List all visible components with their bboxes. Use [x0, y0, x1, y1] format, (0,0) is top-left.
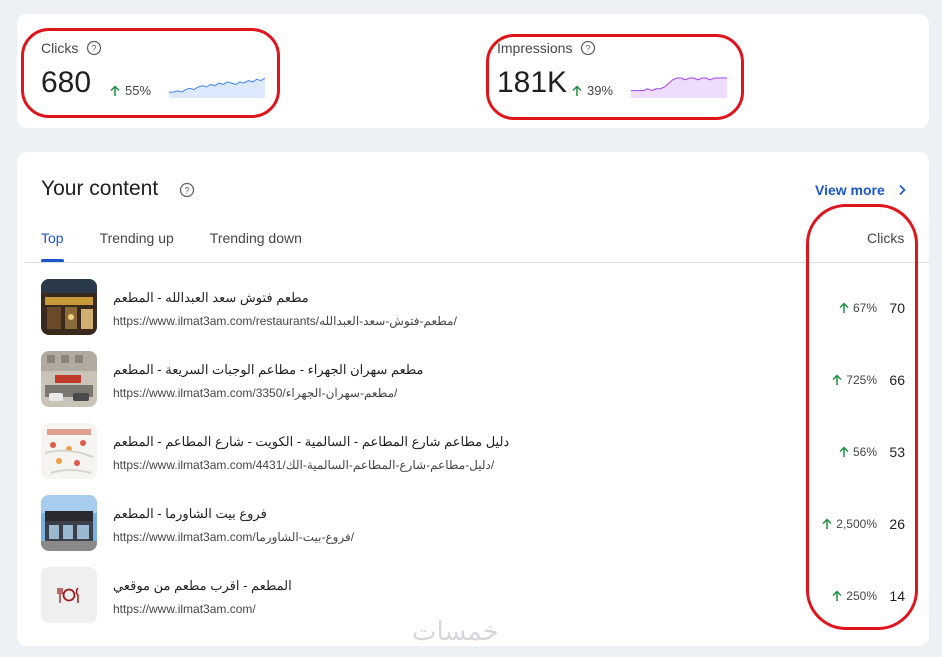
restaurant-icon [41, 567, 97, 623]
table-row[interactable]: مطعم فتوش سعد العبدالله - المطعم https:/… [17, 264, 929, 336]
metrics-card: Clicks ? 680 55% Impressions ? 181K 39% [17, 14, 929, 128]
row-title[interactable]: المطعم - اقرب مطعم من موقعي [113, 578, 292, 594]
table-row[interactable]: مطعم سهران الجهراء - مطاعم الوجبات السري… [17, 336, 929, 408]
row-change: 2,500% [821, 517, 877, 531]
row-url: https://www.ilmat3am.com/restaurants/مطع… [113, 314, 457, 328]
help-icon[interactable]: ? [580, 40, 596, 56]
arrow-up-icon [822, 518, 832, 529]
row-url: https://www.ilmat3am.com/4431/دليل-مطاعم… [113, 458, 495, 472]
divider [25, 262, 929, 263]
arrow-up-icon [832, 374, 842, 385]
row-url: https://www.ilmat3am.com/3350/مطعم-سهران… [113, 386, 398, 400]
table-row[interactable]: فروع بيت الشاورما - المطعم https://www.i… [17, 480, 929, 552]
arrow-up-icon [839, 446, 849, 457]
arrow-up-icon [572, 84, 582, 96]
section-title: Your content [41, 177, 159, 200]
impressions-sparkline [631, 77, 727, 98]
row-change-value: 2,500% [836, 517, 877, 531]
impressions-change: 39% [571, 83, 613, 98]
clicks-change: 55% [109, 83, 151, 98]
row-change: 725% [831, 373, 877, 387]
help-icon[interactable]: ? [179, 182, 195, 198]
clicks-sparkline [169, 77, 265, 98]
row-change: 56% [838, 445, 877, 459]
arrow-up-icon [110, 84, 120, 96]
row-title[interactable]: مطعم فتوش سعد العبدالله - المطعم [113, 290, 309, 306]
storefront-thumbnail [41, 279, 97, 335]
svg-text:?: ? [586, 44, 591, 54]
restaurant-thumbnail [41, 567, 97, 623]
clicks-column-header[interactable]: Clicks [867, 230, 904, 246]
arrow-up-icon [839, 302, 849, 313]
help-icon[interactable]: ? [86, 40, 102, 56]
row-title[interactable]: مطعم سهران الجهراء - مطاعم الوجبات السري… [113, 362, 424, 378]
view-more-link[interactable]: View more [815, 182, 907, 198]
row-change-value: 67% [852, 301, 877, 315]
tab-trending-up[interactable]: Trending up [100, 230, 174, 262]
row-clicks: 14 [889, 588, 905, 604]
row-clicks: 66 [889, 372, 905, 388]
row-clicks: 26 [889, 516, 905, 532]
tab-top[interactable]: Top [41, 230, 64, 262]
content-list: مطعم فتوش سعد العبدالله - المطعم https:/… [17, 264, 929, 624]
arrow-up-icon [832, 590, 842, 601]
clicks-value: 680 [41, 66, 92, 99]
your-content-card: Your content ? View more Top Trending up… [17, 152, 929, 646]
view-more-label: View more [815, 182, 885, 198]
row-clicks: 70 [889, 300, 905, 316]
impressions-label: Impressions [497, 40, 573, 56]
row-title[interactable]: فروع بيت الشاورما - المطعم [113, 506, 267, 522]
watermark: خمسات [412, 617, 499, 647]
tab-trending-down[interactable]: Trending down [210, 230, 302, 262]
shop-thumbnail [41, 495, 97, 551]
row-url: https://www.ilmat3am.com/ [113, 602, 256, 616]
row-change: 250% [831, 589, 877, 603]
row-change-value: 56% [852, 445, 877, 459]
building-thumbnail [41, 351, 97, 407]
row-title[interactable]: دليل مطاعم شارع المطاعم - السالمية - الك… [113, 434, 509, 450]
row-change: 67% [838, 301, 877, 315]
table-row[interactable]: المطعم - اقرب مطعم من موقعي https://www.… [17, 552, 929, 624]
map-thumbnail [41, 423, 97, 479]
row-clicks: 53 [889, 444, 905, 460]
row-url: https://www.ilmat3am.com/فروع-بيت-الشاور… [113, 530, 355, 544]
clicks-change-value: 55% [125, 83, 152, 98]
svg-text:?: ? [92, 44, 97, 54]
impressions-change-value: 39% [587, 83, 614, 98]
table-row[interactable]: دليل مطاعم شارع المطاعم - السالمية - الك… [17, 408, 929, 480]
sparkline-area [631, 78, 727, 98]
content-tabs: Top Trending up Trending down [41, 230, 338, 262]
impressions-value: 181K [497, 66, 568, 99]
svg-text:?: ? [184, 186, 189, 196]
row-change-value: 250% [846, 589, 877, 603]
clicks-label: Clicks [41, 40, 79, 56]
chevron-right-icon [899, 184, 906, 196]
row-change-value: 725% [846, 373, 877, 387]
